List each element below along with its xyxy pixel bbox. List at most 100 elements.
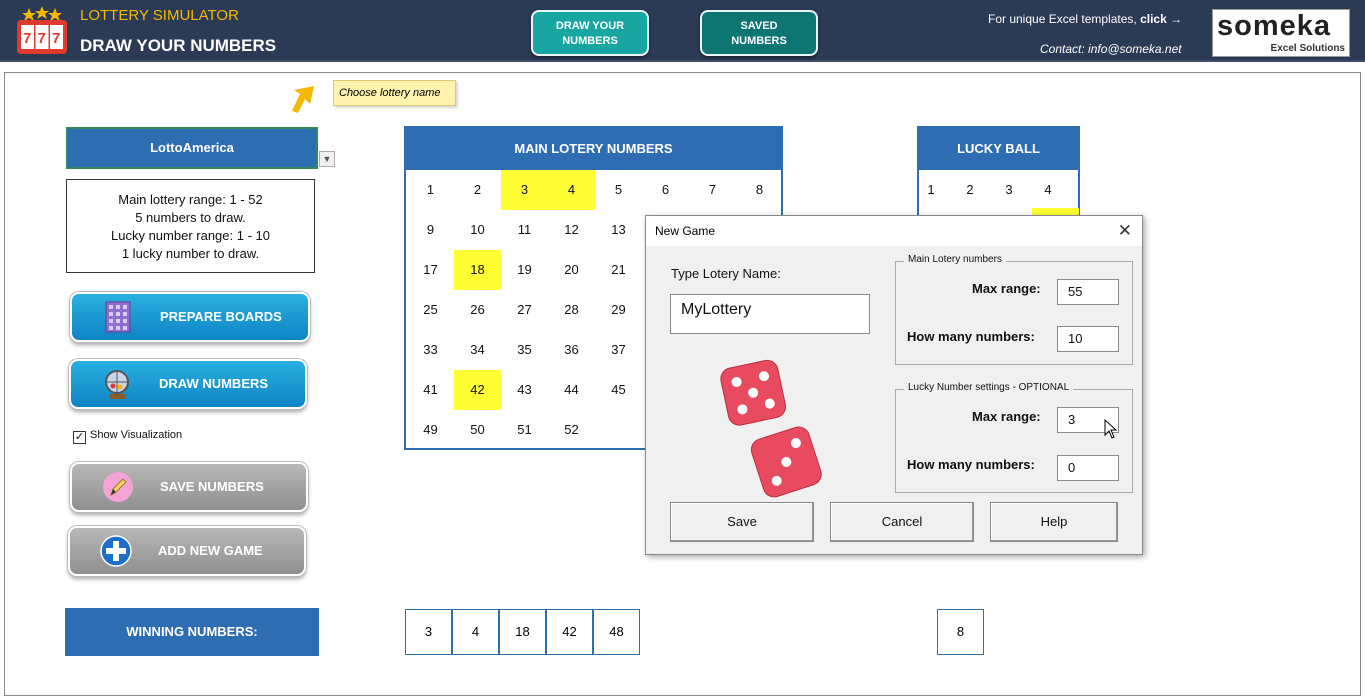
info-line: 1 lucky number to draw. [121, 246, 260, 261]
lucky-max-range-label: Max range: [972, 409, 1041, 424]
main-number-cell: 50 [470, 422, 485, 437]
dropdown-arrow-icon[interactable]: ▼ [319, 151, 335, 167]
main-max-range-label: Max range: [972, 281, 1041, 296]
info-line: 5 numbers to draw. [135, 210, 246, 225]
mouse-cursor-icon [1104, 419, 1118, 439]
main-number-cell: 3 [501, 170, 548, 210]
winning-number-cell: 18 [499, 609, 546, 655]
page-title: DRAW YOUR NUMBERS [80, 36, 277, 55]
checkbox-check-icon[interactable]: ✓ [73, 431, 86, 444]
logo-brand: someka [1217, 10, 1332, 42]
main-number-cell: 34 [470, 342, 485, 357]
main-number-cell: 11 [517, 222, 532, 237]
templates-promo: For unique Excel templates, click → [988, 12, 1182, 26]
main-number-cell: 13 [611, 222, 626, 237]
nav-button-label: NUMBERS [731, 35, 787, 47]
board-grid-icon [105, 301, 131, 333]
svg-text:7: 7 [23, 30, 31, 47]
main-number-cell: 21 [611, 262, 626, 277]
lucky-number-cell: 1 [927, 182, 935, 197]
main-number-cell: 25 [423, 302, 438, 317]
lucky-number-cell: 3 [1005, 182, 1013, 197]
lucky-how-many-label: How many numbers: [907, 457, 1035, 472]
slot-machine-logo-icon: 7 7 7 [17, 6, 67, 54]
add-new-game-button[interactable]: ADD NEW GAME [68, 526, 306, 576]
lucky-number-cell: 2 [966, 182, 974, 197]
save-numbers-button[interactable]: SAVE NUMBERS [70, 462, 308, 512]
main-number-cell: 6 [661, 182, 670, 197]
main-number-cell: 10 [470, 222, 485, 237]
draw-your-numbers-nav-button[interactable]: DRAW YOUR NUMBERS [531, 10, 649, 56]
button-label: ADD NEW GAME [158, 543, 263, 558]
someka-logo[interactable]: someka Excel Solutions [1212, 9, 1350, 57]
help-button[interactable]: Help [990, 502, 1118, 542]
nav-button-label: DRAW YOUR [555, 20, 625, 32]
lucky-grid-title: LUCKY BALL [919, 128, 1078, 170]
main-number-cell: 28 [564, 302, 579, 317]
main-number-cell: 8 [755, 182, 764, 197]
cancel-button[interactable]: Cancel [830, 502, 974, 542]
templates-link[interactable]: click → [1140, 12, 1182, 26]
winning-number-cell: 42 [546, 609, 593, 655]
main-number-cell: 9 [426, 222, 435, 237]
main-number-cell: 42 [454, 370, 501, 410]
winning-lucky-cell: 8 [937, 609, 984, 655]
main-how-many-input[interactable]: 10 [1057, 326, 1119, 352]
group-legend: Lucky Number settings - OPTIONAL [904, 382, 1074, 393]
main-number-cell: 5 [614, 182, 623, 197]
main-number-cell: 45 [611, 382, 626, 397]
saved-numbers-nav-button[interactable]: SAVED NUMBERS [700, 10, 818, 56]
lucky-how-many-input[interactable]: 0 [1057, 455, 1119, 481]
main-grid-title: MAIN LOTERY NUMBERS [406, 128, 781, 170]
pencil-icon [103, 472, 133, 502]
group-legend: Main Lotery numbers [904, 254, 1006, 265]
plus-icon [100, 535, 132, 567]
lottery-name-input[interactable]: MyLottery [670, 294, 870, 334]
main-max-range-input[interactable]: 55 [1057, 279, 1119, 305]
main-number-cell: 19 [517, 262, 532, 277]
main-number-cell: 1 [426, 182, 435, 197]
main-number-cell: 20 [564, 262, 579, 277]
main-number-cell: 2 [473, 182, 482, 197]
main-number-cell: 52 [564, 422, 579, 437]
show-visualization-checkbox[interactable]: ✓ Show Visualization [73, 429, 182, 444]
draw-numbers-button[interactable]: DRAW NUMBERS [69, 359, 307, 409]
arrow-pointer-icon [292, 86, 314, 113]
app-header: 7 7 7 LOTTERY SIMULATOR DRAW YOUR NUMBER… [0, 0, 1365, 62]
main-number-cell: 18 [454, 250, 501, 290]
nav-button-label: NUMBERS [562, 35, 618, 47]
save-button[interactable]: Save [670, 502, 814, 542]
lucky-number-cell: 4 [1044, 182, 1052, 197]
main-number-cell: 37 [611, 342, 626, 357]
lottery-name-label: Type Lotery Name: [671, 266, 781, 281]
logo-subtitle: Excel Solutions [1270, 43, 1345, 54]
info-line: Lucky number range: 1 - 10 [111, 228, 270, 243]
main-number-cell: 49 [423, 422, 438, 437]
checkbox-label: Show Visualization [90, 429, 183, 441]
close-icon[interactable]: ✕ [1118, 216, 1132, 246]
button-label: PREPARE BOARDS [160, 309, 282, 324]
main-number-cell: 51 [517, 422, 532, 437]
main-number-cell: 12 [564, 222, 579, 237]
main-number-cell: 17 [423, 262, 438, 277]
nav-button-label: SAVED [740, 20, 778, 32]
main-number-cell: 7 [708, 182, 717, 197]
main-number-cell: 41 [423, 382, 438, 397]
info-line: Main lottery range: 1 - 52 [118, 192, 263, 207]
templates-text: For unique Excel templates, [988, 12, 1141, 26]
main-number-cell: 36 [564, 342, 579, 357]
main-number-cell: 33 [423, 342, 438, 357]
main-number-cell: 26 [470, 302, 485, 317]
lottery-name-select[interactable]: LottoAmerica [66, 127, 318, 169]
main-number-cell: 35 [517, 342, 532, 357]
winning-number-cell: 3 [405, 609, 452, 655]
main-number-cell: 44 [564, 382, 579, 397]
lucky-ball-grid: LUCKY BALL 1 2 3 4 [917, 126, 1080, 218]
main-number-cell: 27 [517, 302, 532, 317]
prepare-boards-button[interactable]: PREPARE BOARDS [70, 292, 310, 342]
lottery-info-box: Main lottery range: 1 - 52 5 numbers to … [66, 179, 315, 273]
winning-number-cell: 4 [452, 609, 499, 655]
button-label: SAVE NUMBERS [160, 479, 264, 494]
main-number-cell: 43 [517, 382, 532, 397]
svg-text:7: 7 [38, 30, 46, 47]
